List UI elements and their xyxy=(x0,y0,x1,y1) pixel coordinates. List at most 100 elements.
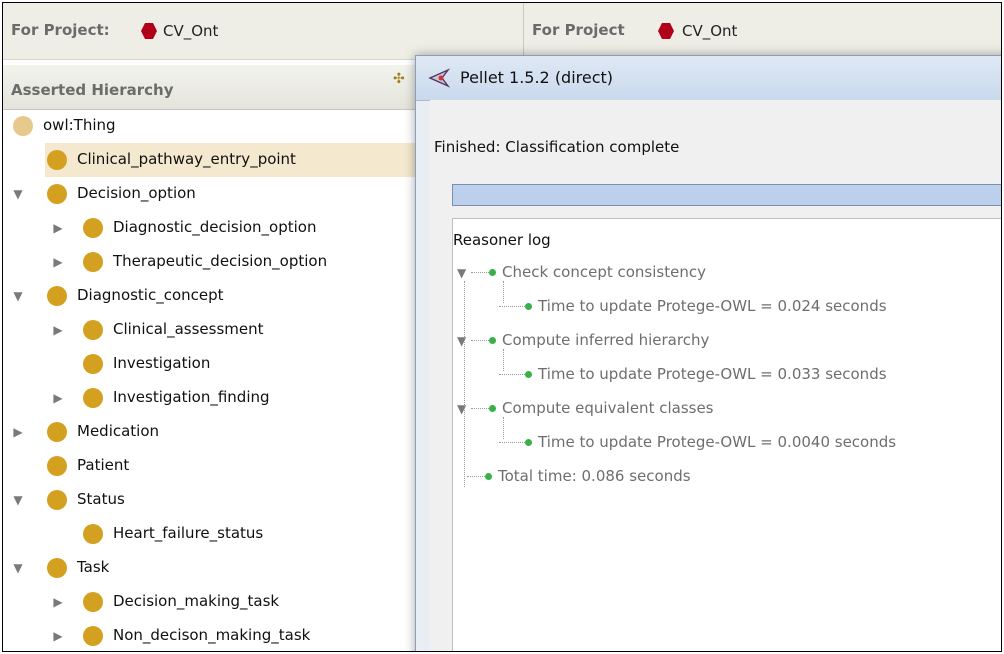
log-status-icon xyxy=(489,337,496,344)
hierarchy-title: Asserted Hierarchy xyxy=(11,81,174,99)
tree-node[interactable]: Patient xyxy=(3,449,418,483)
tree-node-label: Investigation_finding xyxy=(113,388,270,406)
class-icon xyxy=(47,422,67,442)
log-entry-text: Total time: 0.086 seconds xyxy=(498,467,691,485)
tree-connector xyxy=(499,305,525,308)
class-icon xyxy=(83,388,103,408)
tree-node-label: Therapeutic_decision_option xyxy=(113,252,328,270)
log-guide-line xyxy=(503,281,504,303)
tree-node-label: Decision_making_task xyxy=(113,592,280,610)
tree-node-label: Patient xyxy=(77,456,130,474)
status-text: Finished: Classification complete xyxy=(434,138,680,156)
expand-toggle-icon[interactable]: ▶ xyxy=(51,629,65,643)
class-icon xyxy=(47,558,67,578)
tree-node[interactable]: ▶ Decision_making_task xyxy=(3,585,418,619)
log-status-icon xyxy=(525,371,532,378)
tree-connector xyxy=(471,271,489,274)
collapse-toggle-icon[interactable]: ▼ xyxy=(11,187,25,201)
tree-node[interactable]: ▼ Decision_option xyxy=(3,177,418,211)
log-entry: Time to update Protege-OWL = 0.024 secon… xyxy=(499,297,887,327)
tree-node[interactable]: ▶ Investigation_finding xyxy=(3,381,418,415)
pellet-dialog: Pellet 1.5.2 (direct) Finished: Classifi… xyxy=(415,55,1001,651)
log-entry: ▼ Compute inferred hierarchy xyxy=(457,331,709,361)
project-icon-right xyxy=(658,23,674,39)
protege-window: For Project: CV_Ont Asserted Hierarchy ✣… xyxy=(2,2,1002,652)
tree-node-label: Diagnostic_decision_option xyxy=(113,218,317,236)
class-icon xyxy=(83,524,103,544)
tree-node-label: Clinical_pathway_entry_point xyxy=(77,150,296,168)
tree-node[interactable]: Investigation xyxy=(3,347,418,381)
class-icon xyxy=(47,150,67,170)
tree-node[interactable]: ▶ Medication xyxy=(3,415,418,449)
class-icon xyxy=(83,218,103,238)
tree-connector xyxy=(467,475,485,478)
tree-node-label: Non_decison_making_task xyxy=(113,626,311,644)
project-bar: For Project: CV_Ont xyxy=(3,3,523,60)
expand-toggle-icon[interactable]: ▶ xyxy=(51,255,65,269)
tree-node[interactable]: ▼ Task xyxy=(3,551,418,585)
log-entry-text: Time to update Protege-OWL = 0.0040 seco… xyxy=(538,433,897,451)
tree-connector xyxy=(499,441,525,444)
collapse-toggle-icon[interactable]: ▼ xyxy=(11,493,25,507)
class-icon xyxy=(47,286,67,306)
log-status-icon xyxy=(525,303,532,310)
class-icon xyxy=(83,354,103,374)
class-icon xyxy=(83,252,103,272)
expand-toggle-icon[interactable]: ▶ xyxy=(11,425,25,439)
tree-node[interactable]: ▶ Clinical_assessment xyxy=(3,313,418,347)
tree-node[interactable]: ▶ Diagnostic_decision_option xyxy=(3,211,418,245)
class-icon xyxy=(13,116,33,136)
dialog-title-bar[interactable]: Pellet 1.5.2 (direct) xyxy=(416,56,1001,101)
log-status-icon xyxy=(489,405,496,412)
log-guide-line xyxy=(503,349,504,371)
log-toggle-icon[interactable]: ▼ xyxy=(457,266,471,280)
tree-node[interactable]: owl:Thing xyxy=(3,109,418,143)
project-bar-right: For Project CV_Ont xyxy=(524,3,1001,60)
tree-node[interactable]: Heart_failure_status xyxy=(3,517,418,551)
expand-toggle-icon[interactable]: ▶ xyxy=(51,221,65,235)
collapse-toggle-icon[interactable]: ▼ xyxy=(11,289,25,303)
tree-node-label: Diagnostic_concept xyxy=(77,286,224,304)
project-label-right: For Project xyxy=(532,21,625,39)
tree-node[interactable]: ▶ Therapeutic_decision_option xyxy=(3,245,418,279)
log-entry: Time to update Protege-OWL = 0.033 secon… xyxy=(499,365,887,395)
project-icon xyxy=(141,23,157,39)
log-status-icon xyxy=(525,439,532,446)
log-entry-text: Time to update Protege-OWL = 0.024 secon… xyxy=(538,297,887,315)
expand-toggle-icon[interactable]: ▶ xyxy=(51,323,65,337)
log-entry-text: Compute equivalent classes xyxy=(502,399,714,417)
tree-node-label: owl:Thing xyxy=(43,116,116,134)
tree-node-label: Heart_failure_status xyxy=(113,524,264,542)
tree-node-label: Task xyxy=(77,558,110,576)
log-guide-line xyxy=(503,417,504,439)
tree-connector xyxy=(471,339,489,342)
pellet-icon xyxy=(428,68,450,88)
log-title: Reasoner log xyxy=(453,231,551,249)
tree-node[interactable]: Clinical_pathway_entry_point xyxy=(45,143,460,177)
log-status-icon xyxy=(485,473,492,480)
expand-toggle-icon[interactable]: ▶ xyxy=(51,391,65,405)
progress-bar xyxy=(452,184,1001,206)
class-icon xyxy=(47,184,67,204)
hierarchy-tools-icon[interactable]: ✣ xyxy=(393,71,407,87)
dialog-title: Pellet 1.5.2 (direct) xyxy=(460,68,614,87)
project-label: For Project: xyxy=(11,21,110,39)
tree-node[interactable]: ▼ Status xyxy=(3,483,418,517)
tree-node-label: Medication xyxy=(77,422,160,440)
tree-connector xyxy=(499,373,525,376)
class-icon xyxy=(47,490,67,510)
tree-node-label: Status xyxy=(77,490,125,508)
class-icon xyxy=(47,456,67,476)
collapse-toggle-icon[interactable]: ▼ xyxy=(11,561,25,575)
class-icon xyxy=(83,320,103,340)
log-entry: ▼ Compute equivalent classes xyxy=(457,399,714,429)
tree-node[interactable]: ▼ Diagnostic_concept xyxy=(3,279,418,313)
expand-toggle-icon[interactable]: ▶ xyxy=(51,595,65,609)
project-name-right: CV_Ont xyxy=(682,22,738,40)
tree-node[interactable]: ▶ Non_decison_making_task xyxy=(3,619,418,651)
log-entry-text: Time to update Protege-OWL = 0.033 secon… xyxy=(538,365,887,383)
project-name: CV_Ont xyxy=(163,22,219,40)
tree-node-label: Clinical_assessment xyxy=(113,320,264,338)
tree-connector xyxy=(471,407,489,410)
log-entry: ▼ Check concept consistency xyxy=(457,263,706,293)
